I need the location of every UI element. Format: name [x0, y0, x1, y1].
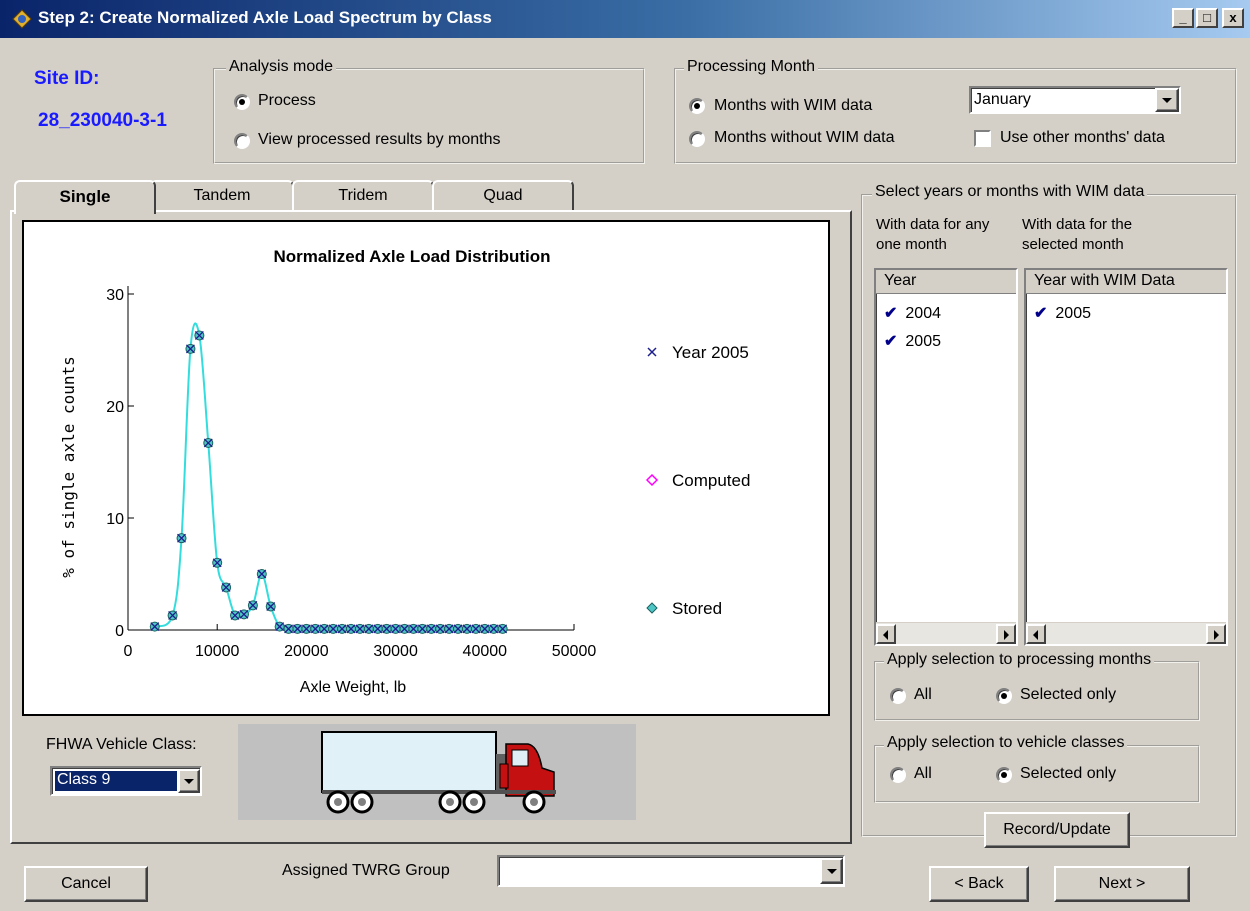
- apply-classes-selected-label[interactable]: Selected only: [1020, 765, 1116, 783]
- y-tick-label: 20: [106, 399, 124, 416]
- apply-classes-all-radio[interactable]: [890, 767, 906, 783]
- apply-classes-label: Apply selection to vehicle classes: [884, 734, 1128, 752]
- y-tick-label: 10: [106, 511, 124, 528]
- next-button[interactable]: Next >: [1054, 866, 1190, 902]
- apply-months-all-label[interactable]: All: [914, 686, 932, 704]
- x-tick-label: 20000: [284, 643, 329, 660]
- process-label[interactable]: Process: [258, 92, 316, 110]
- vehicle-class-dropdown-button[interactable]: [178, 769, 200, 793]
- x-tick-label: 50000: [552, 643, 597, 660]
- load-distribution-chart: Normalized Axle Load Distribution Axle W…: [59, 247, 750, 696]
- close-button[interactable]: x: [1222, 8, 1244, 28]
- y-axis-label: % of single axle counts: [59, 356, 78, 578]
- legend-label: Computed: [672, 471, 750, 490]
- list-item[interactable]: ✔ 2005: [1026, 300, 1091, 328]
- tab-tandem[interactable]: Tandem: [150, 180, 294, 210]
- months-with-wim-label[interactable]: Months with WIM data: [714, 97, 872, 115]
- list-item[interactable]: ✔ 2005: [876, 328, 941, 356]
- legend-marker: [647, 347, 657, 357]
- year-wim-list[interactable]: Year with WIM Data ✔ 2005: [1024, 268, 1228, 646]
- chart-frame: Normalized Axle Load Distribution Axle W…: [22, 220, 830, 716]
- maximize-button[interactable]: □: [1196, 8, 1218, 28]
- chart-title: Normalized Axle Load Distribution: [273, 247, 550, 266]
- use-other-months-label[interactable]: Use other months' data: [1000, 129, 1165, 147]
- twrg-select[interactable]: [497, 855, 845, 887]
- vehicle-class-label: FHWA Vehicle Class:: [46, 736, 197, 753]
- view-results-label[interactable]: View processed results by months: [258, 131, 500, 149]
- apply-months-all-radio[interactable]: [890, 688, 906, 704]
- twrg-label: Assigned TWRG Group: [282, 862, 450, 879]
- processing-month-group: [674, 68, 1237, 164]
- site-id-label: Site ID:: [34, 68, 100, 89]
- use-other-months-checkbox[interactable]: [974, 130, 991, 147]
- vehicle-class-value: Class 9: [54, 770, 178, 792]
- app-icon: [12, 9, 32, 29]
- record-update-button[interactable]: Record/Update: [984, 812, 1130, 848]
- list1-caption: With data for any one month: [876, 216, 990, 253]
- x-tick-label: 10000: [195, 643, 240, 660]
- site-id-value: 28_230040-3-1: [38, 110, 167, 131]
- year-wim-list-scrollbar[interactable]: [1026, 622, 1226, 644]
- x-tick-label: 0: [124, 643, 133, 660]
- analysis-mode-label: Analysis mode: [226, 58, 337, 76]
- view-results-radio[interactable]: [234, 133, 250, 149]
- cancel-button[interactable]: Cancel: [24, 866, 148, 902]
- processing-month-label: Processing Month: [684, 58, 819, 76]
- x-tick-label: 40000: [463, 643, 508, 660]
- x-tick-label: 30000: [373, 643, 418, 660]
- apply-classes-all-label[interactable]: All: [914, 765, 932, 783]
- apply-classes-selected-radio[interactable]: [996, 767, 1012, 783]
- month-dropdown-button[interactable]: [1155, 88, 1179, 112]
- back-button[interactable]: < Back: [929, 866, 1029, 902]
- process-radio[interactable]: [234, 94, 250, 110]
- scroll-left-icon[interactable]: [876, 624, 896, 644]
- checkmark-icon: ✔: [884, 333, 898, 350]
- scroll-left-icon[interactable]: [1026, 624, 1046, 644]
- truck-image: [238, 724, 636, 820]
- analysis-mode-group: [213, 68, 645, 164]
- month-select[interactable]: January: [969, 86, 1181, 114]
- series-line: [154, 322, 503, 631]
- list-item[interactable]: ✔ 2004: [876, 300, 941, 328]
- legend-label: Stored: [672, 599, 722, 618]
- checkmark-icon: ✔: [884, 305, 898, 322]
- tab-single[interactable]: Single: [14, 180, 156, 214]
- truck-icon: [321, 731, 556, 814]
- year-list[interactable]: Year ✔ 2004 ✔ 2005: [874, 268, 1018, 646]
- y-tick-label: 30: [106, 287, 124, 304]
- year-wim-list-header[interactable]: Year with WIM Data: [1026, 270, 1226, 294]
- twrg-dropdown-button[interactable]: [820, 858, 843, 884]
- apply-months-selected-radio[interactable]: [996, 688, 1012, 704]
- minimize-button[interactable]: _: [1172, 8, 1194, 28]
- apply-months-label: Apply selection to processing months: [884, 651, 1155, 669]
- legend-label: Year 2005: [672, 343, 749, 362]
- legend-marker: [645, 473, 659, 487]
- tab-tridem[interactable]: Tridem: [292, 180, 434, 210]
- tab-quad[interactable]: Quad: [432, 180, 574, 210]
- window-title: Step 2: Create Normalized Axle Load Spec…: [38, 8, 492, 27]
- apply-months-selected-label[interactable]: Selected only: [1020, 686, 1116, 704]
- scroll-right-icon[interactable]: [996, 624, 1016, 644]
- months-without-wim-radio[interactable]: [689, 131, 705, 147]
- year-list-header[interactable]: Year: [876, 270, 1016, 294]
- months-without-wim-label[interactable]: Months without WIM data: [714, 129, 895, 147]
- list2-caption: With data for the selected month: [1022, 216, 1133, 253]
- scroll-right-icon[interactable]: [1206, 624, 1226, 644]
- months-with-wim-radio[interactable]: [689, 98, 705, 114]
- legend-marker: [646, 602, 658, 614]
- y-tick-label: 0: [115, 623, 124, 640]
- year-list-scrollbar[interactable]: [876, 622, 1016, 644]
- select-years-label: Select years or months with WIM data: [872, 183, 1148, 201]
- month-select-value: January: [974, 91, 1031, 108]
- checkmark-icon: ✔: [1034, 305, 1048, 322]
- x-axis-label: Axle Weight, lb: [300, 679, 407, 696]
